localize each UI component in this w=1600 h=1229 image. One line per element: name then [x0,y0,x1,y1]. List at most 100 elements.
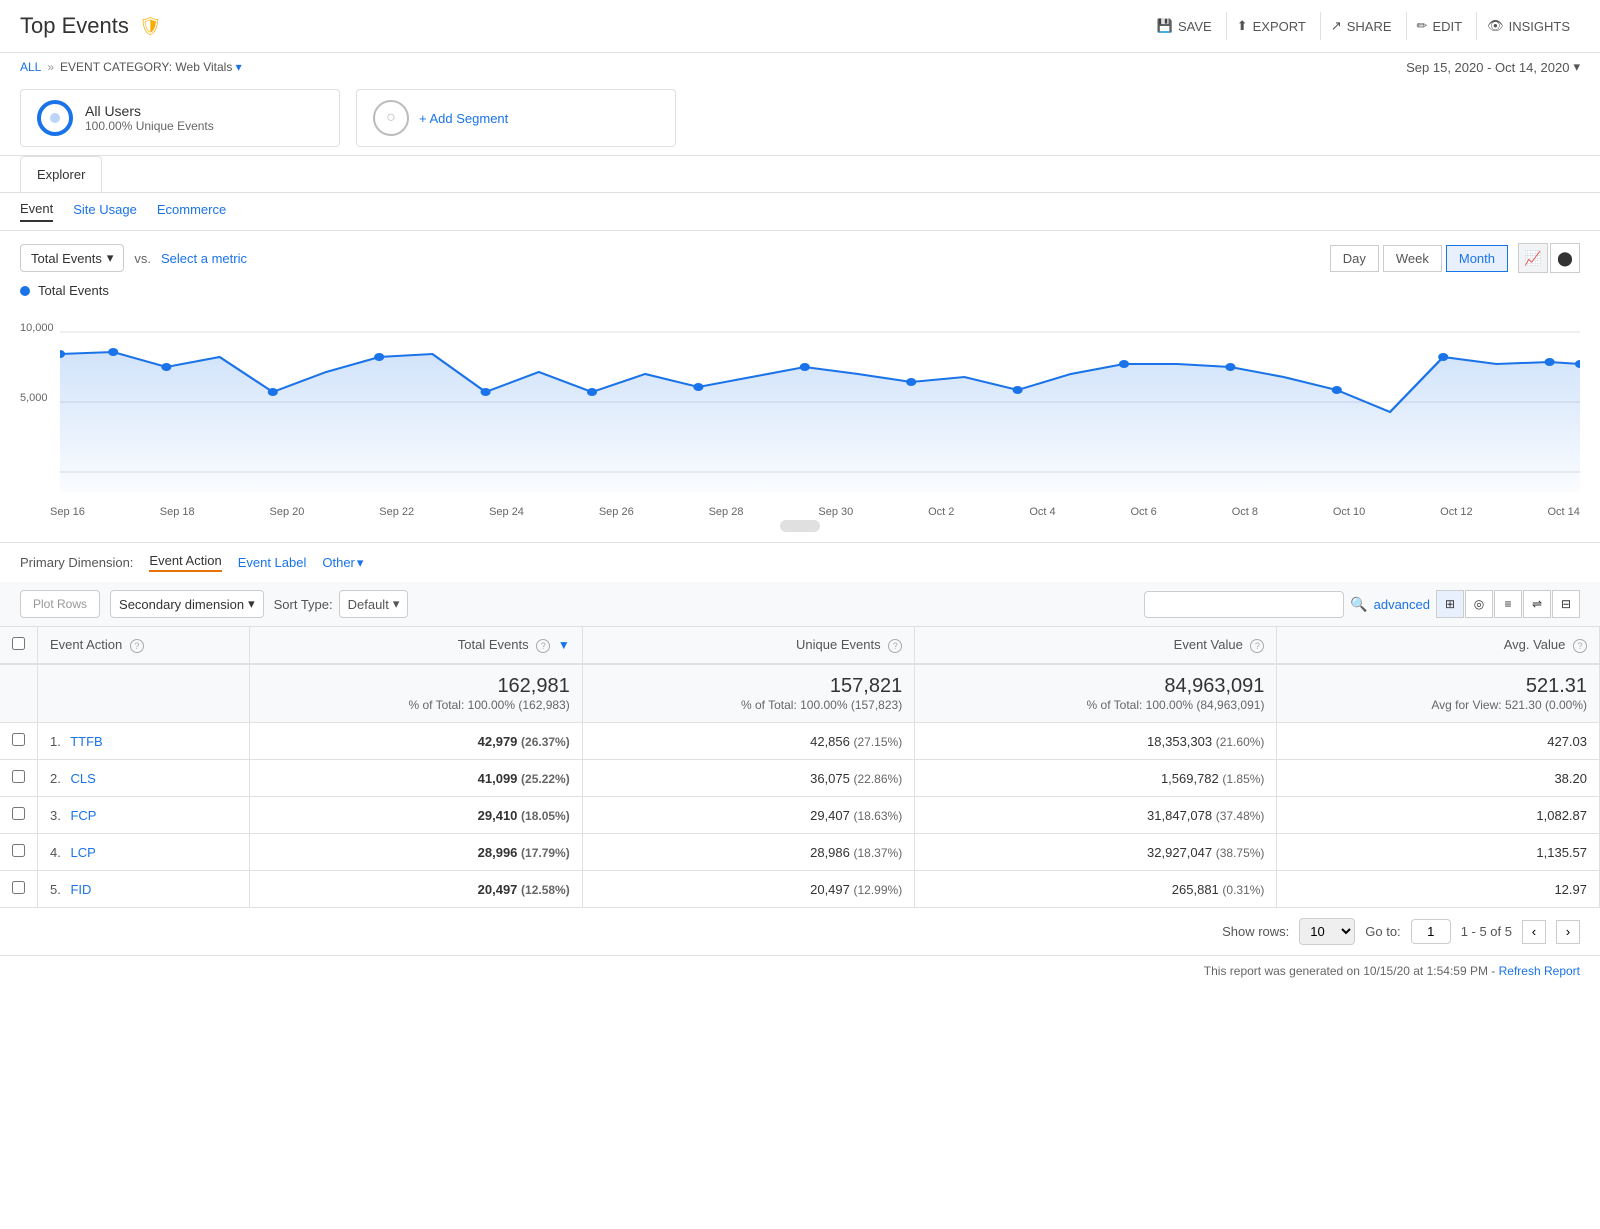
other-dimension-dropdown[interactable]: Other ▾ [322,555,363,571]
rows-per-page-select[interactable]: 10 25 50 100 [1299,918,1355,945]
row2-total-events: 41,099 (25.22%) [250,760,582,797]
report-footer: This report was generated on 10/15/20 at… [0,955,1600,986]
breadcrumb-separator: » [47,60,54,74]
line-chart-icon[interactable]: 📈 [1518,243,1548,273]
row5-action-link[interactable]: FID [70,882,91,897]
row1-total-pct: (26.37%) [521,735,570,749]
table-icon[interactable]: ⊞ [1436,590,1464,618]
event-action-help[interactable]: ? [130,639,144,653]
explorer-tab[interactable]: Explorer [20,156,102,192]
insights-button[interactable]: 👁 INSIGHTS [1476,12,1580,40]
explorer-tab-bar: Explorer [0,156,1600,193]
day-button[interactable]: Day [1330,245,1379,272]
bar-view-icon[interactable]: ≡ [1494,590,1522,618]
x-label-14: Oct 14 [1547,506,1579,518]
row2-avg-value: 38.20 [1277,760,1600,797]
row1-checkbox[interactable] [0,723,38,760]
breadcrumb-dropdown-icon[interactable]: ▾ [236,60,242,74]
primary-dimension-label: Primary Dimension: [20,555,133,570]
row4-action-link[interactable]: LCP [70,845,95,860]
total-events-pct: % of Total: 100.00% (162,983) [262,698,569,712]
row4-total-events: 28,996 (17.79%) [250,834,582,871]
row3-checkbox[interactable] [0,797,38,834]
pie-view-icon[interactable]: ◎ [1465,590,1493,618]
tab-site-usage[interactable]: Site Usage [73,202,137,221]
tab-event[interactable]: Event [20,201,53,222]
x-label-3: Sep 22 [379,506,414,518]
row4-action: 4. LCP [38,834,250,871]
event-action-link[interactable]: Event Action [149,553,221,572]
checkbox-header[interactable] [0,627,38,664]
row1-action-link[interactable]: TTFB [70,734,103,749]
select-all-checkbox[interactable] [12,637,25,650]
row3-action: 3. FCP [38,797,250,834]
search-button[interactable]: 🔍 [1350,596,1367,613]
row4-checkbox[interactable] [0,834,38,871]
chart-area: Total Events 10,000 5,000 [0,273,1600,532]
table-row: 1. TTFB 42,979 (26.37%) 42,856 (27.15%) … [0,723,1600,760]
row5-total-events: 20,497 (12.58%) [250,871,582,908]
total-events-help[interactable]: ? [536,639,550,653]
share-button[interactable]: ↗ SHARE [1320,12,1402,40]
month-button[interactable]: Month [1446,245,1508,272]
total-checkbox-cell [0,664,38,723]
date-range[interactable]: Sep 15, 2020 - Oct 14, 2020 ▾ [1406,59,1580,75]
segment-info: All Users 100.00% Unique Events [85,103,214,133]
row5-checkbox[interactable] [0,871,38,908]
secondary-dim-label: Secondary dimension [119,597,244,612]
row1-action: 1. TTFB [38,723,250,760]
refresh-report-link[interactable]: Refresh Report [1499,964,1580,978]
prev-page-button[interactable]: ‹ [1522,920,1546,944]
goto-input[interactable] [1411,919,1451,944]
row3-avg-value: 1,082.87 [1277,797,1600,834]
line-chart-svg [60,302,1580,502]
row2-checkbox[interactable] [0,760,38,797]
row5-action: 5. FID [38,871,250,908]
sort-dropdown-arrow: ▾ [393,596,400,612]
date-range-chevron: ▾ [1573,59,1580,75]
breadcrumb-all[interactable]: ALL [20,60,41,74]
secondary-dimension-dropdown[interactable]: Secondary dimension ▾ [110,590,264,618]
metric-dropdown[interactable]: Total Events ▾ [20,244,124,272]
week-button[interactable]: Week [1383,245,1442,272]
add-segment-button[interactable]: ○ + Add Segment [356,89,676,147]
edit-button[interactable]: ✏ EDIT [1406,12,1473,40]
total-event-value-cell: 84,963,091 % of Total: 100.00% (84,963,0… [915,664,1277,723]
next-page-button[interactable]: › [1556,920,1580,944]
sort-type-dropdown[interactable]: Default ▾ [339,590,409,618]
unique-events-help[interactable]: ? [888,639,902,653]
save-button[interactable]: 💾 SAVE [1147,12,1222,40]
event-label-link[interactable]: Event Label [238,555,307,570]
search-input[interactable] [1144,591,1344,618]
tab-ecommerce[interactable]: Ecommerce [157,202,226,221]
chart-scroll-handle[interactable] [780,520,820,532]
other-chevron-icon: ▾ [357,555,364,571]
table-row: 3. FCP 29,410 (18.05%) 29,407 (18.63%) 3… [0,797,1600,834]
compare-icon[interactable]: ⇌ [1523,590,1551,618]
event-value-help[interactable]: ? [1250,639,1264,653]
all-users-segment: All Users 100.00% Unique Events [20,89,340,147]
x-label-1: Sep 18 [160,506,195,518]
breadcrumb-current: EVENT CATEGORY: Web Vitals ▾ [60,60,242,74]
avg-value-help[interactable]: ? [1573,639,1587,653]
total-avg-note: Avg for View: 521.30 (0.00%) [1289,698,1587,712]
advanced-link[interactable]: advanced [1374,597,1430,612]
export-button[interactable]: ⬆ EXPORT [1226,12,1316,40]
time-period-buttons: Day Week Month [1330,245,1508,272]
pivot-icon[interactable]: ⊟ [1552,590,1580,618]
x-label-6: Sep 28 [709,506,744,518]
segment-subtitle: 100.00% Unique Events [85,119,214,133]
select-metric-link[interactable]: Select a metric [161,251,247,266]
table-row: 4. LCP 28,996 (17.79%) 28,986 (18.37%) 3… [0,834,1600,871]
row1-avg-value: 427.03 [1277,723,1600,760]
pie-chart-icon[interactable]: ⬤ [1550,243,1580,273]
y-label-mid: 5,000 [20,392,48,404]
sort-type-label: Sort Type: [274,597,333,612]
x-label-2: Sep 20 [270,506,305,518]
plot-rows-button[interactable]: Plot Rows [20,590,100,618]
sort-arrow-down[interactable]: ▼ [558,638,570,652]
header-left: Top Events 🛡 [20,13,162,39]
row3-action-link[interactable]: FCP [70,808,96,823]
row2-action-link[interactable]: CLS [70,771,95,786]
metric-label: Total Events [31,251,102,266]
